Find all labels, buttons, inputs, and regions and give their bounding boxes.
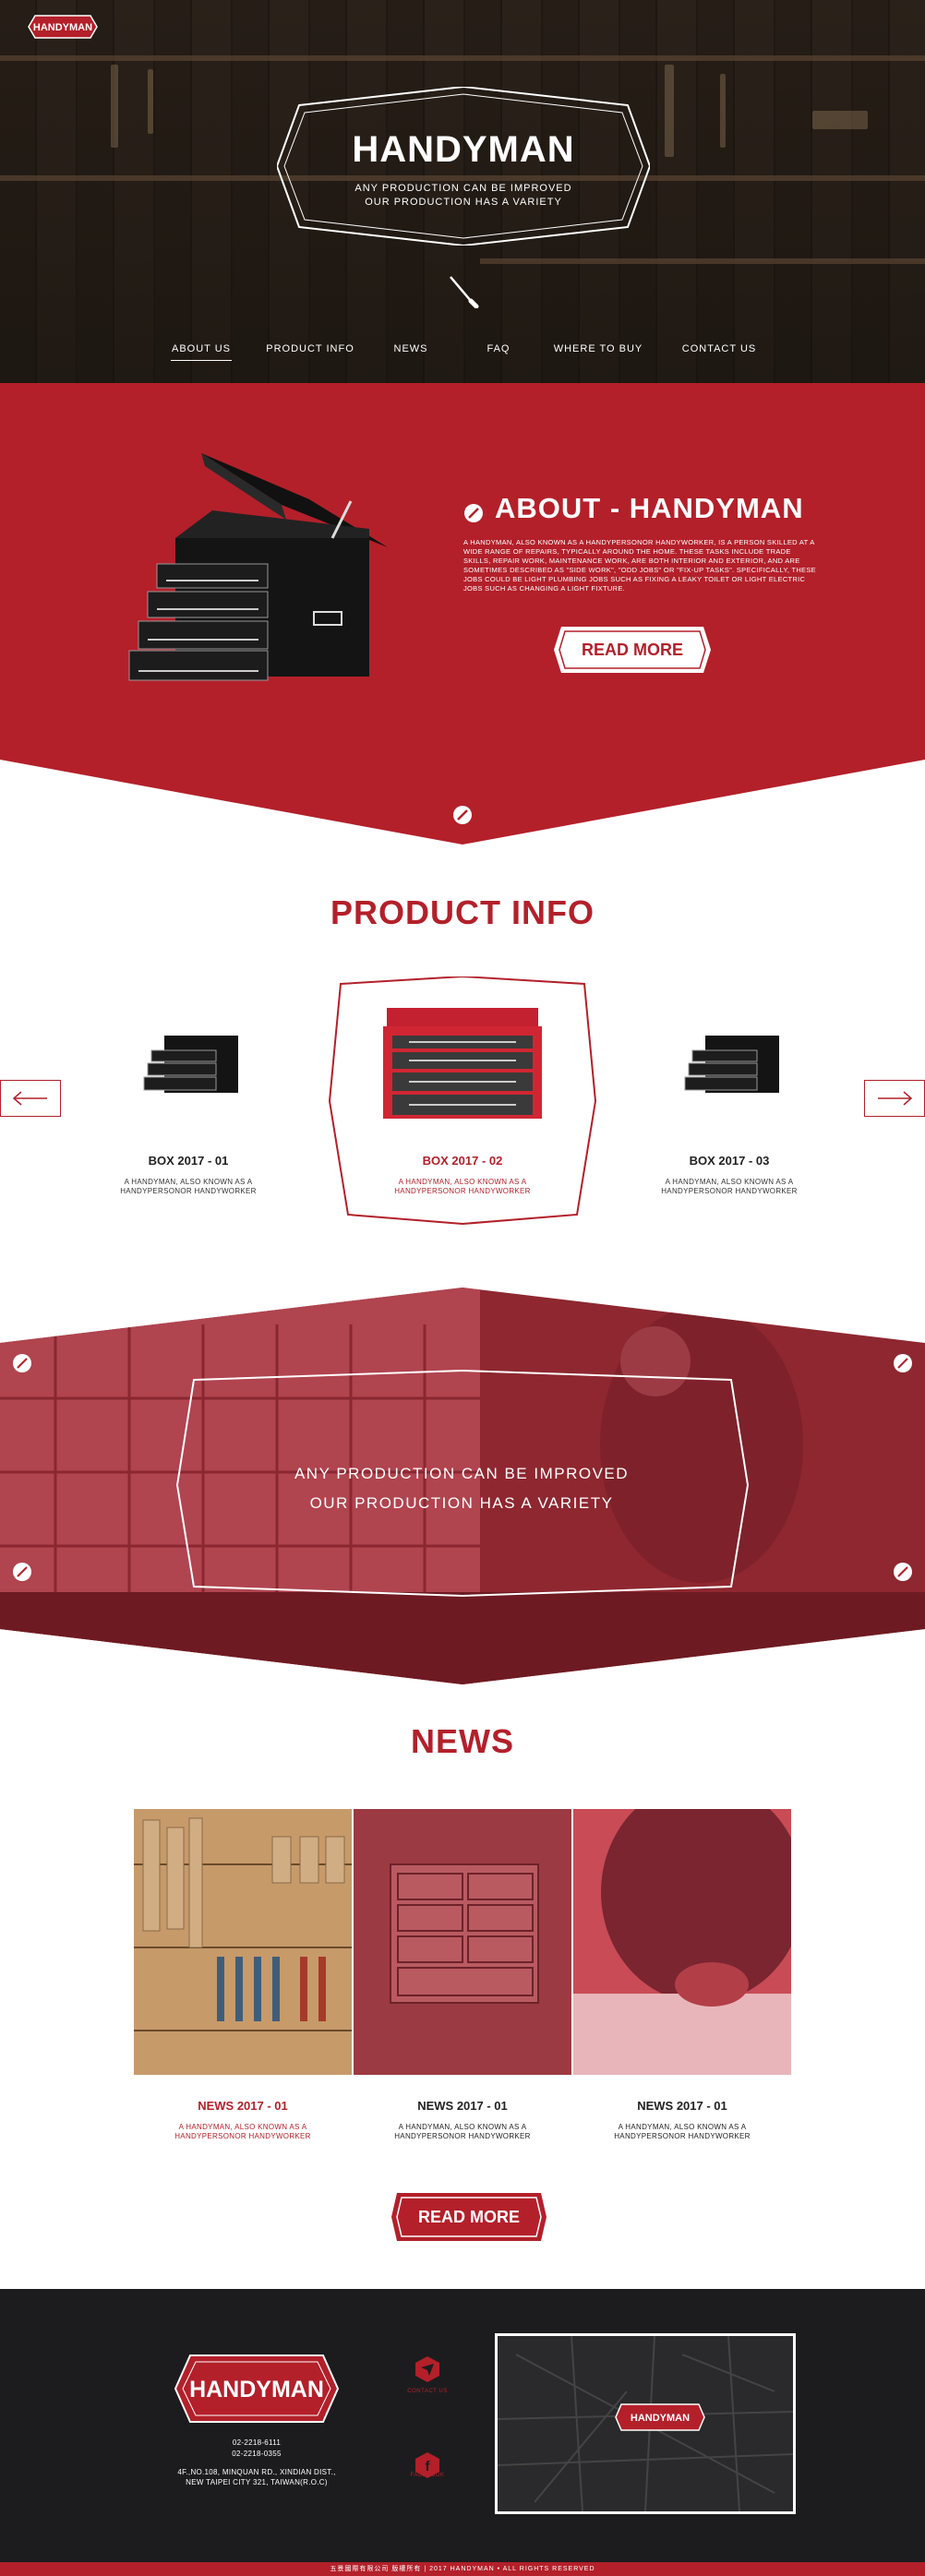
news-image-workshop[interactable] <box>573 1809 791 2075</box>
product-image <box>383 1008 542 1119</box>
nav-item-about-us[interactable]: ABOUT US <box>171 343 232 361</box>
shelf-decoration <box>480 258 925 264</box>
product-name: BOX 2017 - 01 <box>148 1154 229 1168</box>
product-card-featured[interactable]: BOX 2017 - 02 A HANDYMAN, ALSO KNOWN AS … <box>328 976 597 1226</box>
product-prev-button[interactable] <box>0 1080 61 1117</box>
tool-decoration <box>111 65 118 148</box>
hero-subtitle-line1: ANY PRODUCTION CAN BE IMPROVED <box>354 183 572 194</box>
product-desc-line1: A HANDYMAN, ALSO KNOWN AS A <box>124 1178 253 1186</box>
news-image-drawers[interactable] <box>354 1809 571 2075</box>
news-image-tools[interactable] <box>134 1809 352 2075</box>
footer-logo-text: HANDYMAN <box>189 2377 324 2402</box>
banner-line2: OUR PRODUCTION HAS A VARIETY <box>309 1494 614 1512</box>
product-desc-line2: HANDYPERSONOR HANDYWORKER <box>394 1187 531 1195</box>
product-section-title: PRODUCT INFO <box>330 893 595 931</box>
news-image <box>354 1809 571 2075</box>
logo[interactable]: HANDYMAN <box>28 15 98 39</box>
news-title-item[interactable]: NEWS 2017 - 01 <box>573 2099 791 2113</box>
location-map[interactable]: HANDYMAN <box>495 2333 796 2514</box>
banner-line1: ANY PRODUCTION CAN BE IMPROVED <box>294 1465 630 1482</box>
news-image <box>573 1809 791 2075</box>
nav-item-product-info[interactable]: PRODUCT INFO <box>266 343 354 354</box>
slogan-banner: ANY PRODUCTION CAN BE IMPROVED OUR PRODU… <box>0 1288 925 1684</box>
news-desc-line1: A HANDYMAN, ALSO KNOWN AS A <box>618 2123 747 2131</box>
news-desc-line2: HANDYPERSONOR HANDYWORKER <box>614 2132 751 2140</box>
about-title: ABOUT - HANDYMAN <box>495 492 804 524</box>
nav-item-faq[interactable]: FAQ <box>480 343 517 354</box>
map-marker-label: HANDYMAN <box>631 2413 690 2424</box>
footer-phone2: 02-2218-0355 <box>232 2450 282 2458</box>
hero-section: HANDYMAN HANDYMAN ANY PRODUCTION CAN BE … <box>0 0 925 383</box>
button-label: READ MORE <box>417 2207 520 2226</box>
screw-icon <box>453 806 472 824</box>
footer-address-line2: NEW TAIPEI CITY 321, TAIWAN(R.O.C) <box>186 2478 328 2486</box>
product-desc-line2: HANDYPERSONOR HANDYWORKER <box>661 1187 798 1195</box>
hero-subtitle-line2: OUR PRODUCTION HAS A VARIETY <box>365 197 562 208</box>
news-desc-line2: HANDYPERSONOR HANDYWORKER <box>174 2132 311 2140</box>
news-section-title: NEWS <box>411 1722 514 1760</box>
about-section: ABOUT - HANDYMAN A HANDYMAN, ALSO KNOWN … <box>0 383 925 845</box>
news-desc-line1: A HANDYMAN, ALSO KNOWN AS A <box>398 2123 527 2131</box>
contact-us-label: CONTACT US <box>407 2389 448 2394</box>
news-image <box>134 1809 352 2075</box>
news-desc-line2: HANDYPERSONOR HANDYWORKER <box>394 2132 531 2140</box>
shelf-decoration <box>0 55 925 61</box>
tool-decoration <box>148 69 153 134</box>
nav-item-where-to-buy[interactable]: WHERE TO BUY <box>552 343 644 354</box>
news-title-item[interactable]: NEWS 2017 - 01 <box>134 2099 352 2113</box>
product-image <box>684 1036 779 1093</box>
product-image <box>143 1036 238 1093</box>
product-name: BOX 2017 - 03 <box>689 1154 770 1168</box>
main-nav: ABOUT US PRODUCT INFO NEWS FAQ WHERE TO … <box>0 343 925 362</box>
product-next-button[interactable] <box>864 1080 925 1117</box>
news-read-more-button[interactable]: READ MORE <box>390 2191 548 2243</box>
product-desc-line1: A HANDYMAN, ALSO KNOWN AS A <box>398 1178 527 1186</box>
banner-background <box>0 1288 925 1684</box>
nav-item-news[interactable]: NEWS <box>388 343 434 354</box>
facebook-label: FACEBOOK <box>410 2473 445 2478</box>
map-image: HANDYMAN <box>498 2336 793 2511</box>
product-desc-line2: HANDYPERSONOR HANDYWORKER <box>120 1187 257 1195</box>
tool-decoration <box>720 74 726 148</box>
contact-icon <box>415 2356 439 2382</box>
nav-item-contact-us[interactable]: CONTACT US <box>678 343 761 354</box>
product-name: BOX 2017 - 02 <box>422 1154 503 1168</box>
contact-us-link[interactable] <box>414 2355 441 2383</box>
arrow-right-icon <box>878 1091 913 1106</box>
footer: HANDYMAN 02-2218-6111 02-2218-0355 4F.,N… <box>0 2289 925 2562</box>
arrow-left-icon <box>12 1091 47 1106</box>
news-title-item[interactable]: NEWS 2017 - 01 <box>354 2099 571 2113</box>
product-card[interactable]: BOX 2017 - 01 A HANDYMAN, ALSO KNOWN AS … <box>96 1019 281 1231</box>
about-text: A HANDYMAN, ALSO KNOWN AS A HANDYPERSONO… <box>463 538 816 593</box>
screwdriver-icon <box>450 276 479 308</box>
tool-decoration <box>665 65 674 157</box>
tool-decoration <box>812 111 868 129</box>
tool-chest-image <box>128 453 388 681</box>
logo-text: HANDYMAN <box>33 22 92 33</box>
product-desc-line1: A HANDYMAN, ALSO KNOWN AS A <box>665 1178 794 1186</box>
news-desc-line1: A HANDYMAN, ALSO KNOWN AS A <box>178 2123 307 2131</box>
footer-phone1: 02-2218-6111 <box>232 2438 282 2447</box>
hero-title: HANDYMAN <box>352 129 575 170</box>
button-label: READ MORE <box>581 640 683 659</box>
footer-address-line1: 4F.,NO.108, MINQUAN RD., XINDIAN DIST., <box>177 2468 336 2476</box>
screw-icon <box>464 504 483 522</box>
product-card[interactable]: BOX 2017 - 03 A HANDYMAN, ALSO KNOWN AS … <box>637 1019 822 1231</box>
about-read-more-button[interactable]: READ MORE <box>552 625 713 675</box>
footer-logo[interactable]: HANDYMAN <box>174 2354 340 2424</box>
copyright-bar: 五景國際有限公司 版權所有 | 2017 HANDYMAN • ALL RIGH… <box>0 2562 925 2576</box>
